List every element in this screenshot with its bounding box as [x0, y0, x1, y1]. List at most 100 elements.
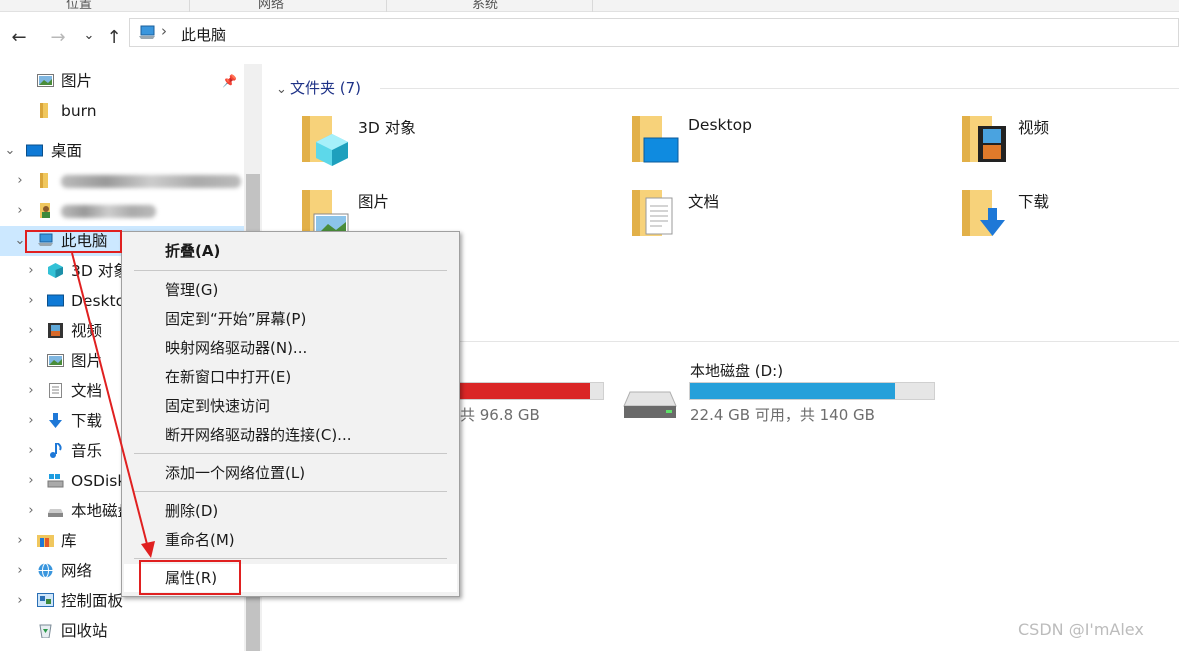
menu-item-add-network-location[interactable]: 添加一个网络位置(L)	[124, 459, 457, 487]
menu-item-map-network-drive[interactable]: 映射网络驱动器(N)...	[124, 334, 457, 362]
tree-item-label: 网络	[61, 562, 93, 580]
tree-item-label: burn	[61, 102, 97, 120]
ribbon-separator	[592, 0, 593, 12]
downloads-icon	[49, 413, 62, 428]
address-chevron-icon[interactable]: ›	[161, 22, 167, 40]
tree-item-label: 控制面板	[61, 592, 124, 610]
recycle-bin-icon	[39, 624, 52, 638]
expand-chevron-icon[interactable]: ›	[24, 406, 38, 436]
expand-chevron-icon[interactable]: ›	[24, 316, 38, 346]
expand-chevron-icon[interactable]: ›	[24, 256, 38, 286]
menu-item-rename[interactable]: 重命名(M)	[124, 526, 457, 554]
menu-item-manage[interactable]: 管理(G)	[124, 276, 457, 304]
tree-item-label: 库	[61, 532, 77, 550]
videos-icon	[48, 323, 63, 338]
tree-item-redacted-folder[interactable]: ›	[0, 166, 244, 196]
expand-chevron-icon[interactable]: ›	[24, 286, 38, 316]
group-divider	[380, 88, 1179, 89]
tree-item-label: 音乐	[71, 442, 103, 460]
desktop-icon	[26, 144, 43, 157]
3d-objects-icon	[302, 116, 348, 166]
folders-group-header[interactable]: ⌄ 文件夹 (7)	[276, 77, 361, 98]
user-icon	[40, 203, 50, 218]
tree-item-pictures-quick[interactable]: 图片 📌	[0, 66, 244, 96]
menu-separator	[134, 453, 447, 454]
ribbon-tab-network[interactable]: 网络	[258, 0, 284, 12]
expand-chevron-icon[interactable]: ›	[13, 196, 27, 226]
address-bar[interactable]: › 此电脑	[129, 18, 1179, 47]
tree-item-burn[interactable]: burn	[0, 96, 244, 126]
redacted-label	[61, 196, 156, 226]
back-arrow-icon[interactable]: ←	[8, 26, 30, 50]
expand-chevron-icon[interactable]: ›	[13, 526, 27, 556]
tree-item-desktop[interactable]: ⌄ 桌面	[0, 136, 244, 166]
drive-icon	[48, 509, 63, 517]
recent-locations-chevron-icon[interactable]: ⌄	[78, 24, 100, 48]
expand-chevron-icon[interactable]: ›	[13, 556, 27, 586]
folder-icon	[40, 173, 48, 188]
expand-chevron-icon[interactable]: ›	[24, 376, 38, 406]
tree-item-recycle-bin[interactable]: 回收站	[0, 616, 244, 646]
tree-item-label: 文档	[71, 382, 103, 400]
folder-documents[interactable]: 文档	[630, 186, 930, 252]
expand-chevron-icon[interactable]: ›	[13, 586, 27, 616]
folder-desktop[interactable]: Desktop	[630, 112, 930, 178]
folder-icon	[40, 103, 48, 118]
forward-arrow-icon[interactable]: →	[47, 26, 69, 50]
drive-d-usage-bar	[689, 382, 935, 400]
tree-item-label: 回收站	[61, 622, 108, 640]
menu-item-delete[interactable]: 删除(D)	[124, 497, 457, 525]
menu-separator	[134, 270, 447, 271]
expand-chevron-icon[interactable]: ›	[13, 166, 27, 196]
ribbon-tab-location[interactable]: 位置	[66, 0, 92, 12]
drive-d-info: 22.4 GB 可用，共 140 GB	[690, 406, 875, 424]
library-icon	[37, 535, 54, 547]
expand-chevron-icon[interactable]: ›	[24, 346, 38, 376]
drive-d-usage-fill	[690, 383, 895, 399]
desktop-icon	[632, 116, 679, 163]
ribbon-tab-system[interactable]: 系统	[472, 0, 498, 12]
folder-3d-objects[interactable]: 3D 对象	[300, 112, 600, 178]
drive-c-usage-fill	[439, 383, 590, 399]
menu-item-open-new-window[interactable]: 在新窗口中打开(E)	[124, 363, 457, 391]
up-arrow-icon[interactable]: ↑	[103, 26, 125, 50]
navigation-bar: ← → ⌄ ↑ › 此电脑	[0, 12, 1179, 64]
folder-label: 文档	[688, 193, 720, 211]
pin-icon[interactable]: 📌	[222, 66, 237, 96]
tree-item-redacted-user[interactable]: ›	[0, 196, 244, 226]
desktop-icon	[47, 294, 64, 307]
menu-item-disconnect-network-drive[interactable]: 断开网络驱动器的连接(C)...	[124, 421, 457, 449]
annotation-box-this-pc	[25, 230, 122, 253]
folder-videos[interactable]: 视频	[960, 112, 1179, 178]
computer-icon	[139, 25, 155, 39]
address-path[interactable]: 此电脑	[181, 24, 226, 45]
windows-drive-icon	[47, 474, 64, 488]
tree-item-label: 桌面	[51, 142, 83, 160]
videos-icon	[962, 116, 1006, 162]
expand-chevron-icon[interactable]: ›	[24, 436, 38, 466]
folder-label: Desktop	[688, 116, 752, 134]
menu-item-collapse[interactable]: 折叠(A)	[124, 237, 457, 265]
watermark: CSDN @I'mAlex	[1018, 620, 1144, 639]
menu-item-pin-to-start[interactable]: 固定到“开始”屏幕(P)	[124, 305, 457, 333]
folder-downloads[interactable]: 下载	[960, 186, 1179, 252]
music-icon	[50, 443, 62, 458]
pictures-icon	[37, 74, 54, 87]
group-header-label: 文件夹 (7)	[290, 79, 362, 97]
folder-label: 下载	[1018, 193, 1050, 211]
folder-label: 视频	[1018, 119, 1050, 137]
menu-item-pin-quick-access[interactable]: 固定到快速访问	[124, 392, 457, 420]
collapse-chevron-icon[interactable]: ⌄	[3, 136, 17, 166]
folder-label: 3D 对象	[358, 119, 416, 137]
control-panel-icon	[37, 593, 54, 607]
tree-item-label: 图片	[61, 72, 93, 90]
ribbon-strip: 位置 网络 系统	[0, 0, 1179, 12]
network-icon	[38, 563, 53, 578]
tree-item-label: 下载	[71, 412, 103, 430]
drive-d-label: 本地磁盘 (D:)	[690, 362, 784, 380]
expand-chevron-icon[interactable]: ›	[24, 496, 38, 526]
3d-objects-icon	[48, 263, 63, 278]
menu-separator	[134, 491, 447, 492]
ribbon-separator	[386, 0, 387, 12]
expand-chevron-icon[interactable]: ›	[24, 466, 38, 496]
